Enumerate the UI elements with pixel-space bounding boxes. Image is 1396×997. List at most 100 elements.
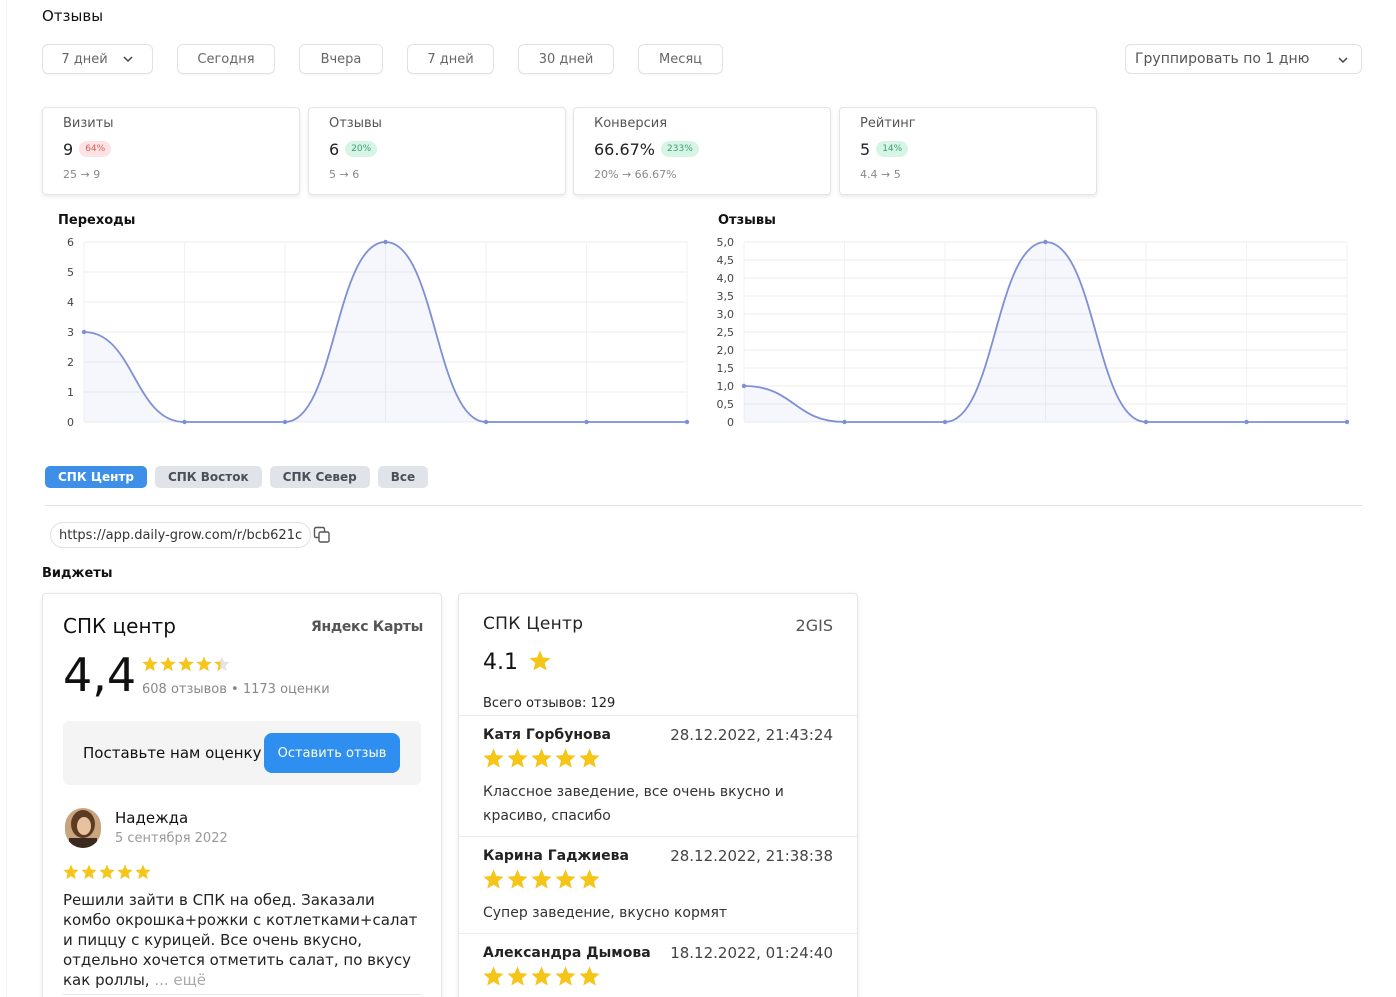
star-icon [579, 869, 600, 889]
kpi-value: 6 [329, 140, 340, 159]
widget-business-name: СПК Центр [483, 614, 584, 634]
kpi-from: 25 [63, 168, 77, 181]
star-icon [529, 650, 551, 671]
group-by-value: Группировать по 1 дню [1135, 51, 1310, 67]
kpi-card-conversion: Конверсия 66.67% 233% 20% → 66.67% [573, 107, 831, 195]
divider [63, 994, 421, 995]
star-icon [507, 966, 528, 986]
star-icon [531, 869, 552, 889]
y-tick-label: 0 [727, 416, 734, 429]
data-point[interactable] [1143, 419, 1149, 425]
review-stars [483, 748, 600, 773]
chart-title-transitions: Переходы [58, 213, 136, 228]
data-point[interactable] [282, 419, 288, 425]
y-tick-label: 0 [67, 416, 74, 429]
data-point[interactable] [383, 239, 388, 245]
y-tick-label: 5,0 [717, 236, 735, 249]
filter-7days-button[interactable]: 7 дней [407, 44, 494, 74]
y-tick-label: 4,5 [717, 254, 735, 267]
tab-all[interactable]: Все [377, 466, 429, 488]
kpi-change-badge: 233% [661, 140, 699, 157]
arrow-right-icon: → [881, 168, 891, 181]
review-text: Классное заведение, все очень вкусно и к… [483, 784, 784, 824]
data-point[interactable] [684, 419, 690, 425]
kpi-to: 5 [893, 168, 901, 181]
review-date: 5 сентября 2022 [115, 831, 228, 846]
star-icon [63, 864, 79, 879]
widget-source: Яндекс Карты [310, 619, 423, 635]
data-point[interactable] [1344, 419, 1350, 425]
kpi-from: 20% [594, 168, 619, 181]
y-tick-label: 3 [67, 326, 74, 339]
data-point[interactable] [842, 419, 847, 425]
divider [459, 933, 857, 934]
kpi-change-badge: 14% [876, 140, 909, 157]
kpi-card-reviews: Отзывы 6 20% 5 → 6 [308, 107, 566, 195]
reviewer-name: Надежда [115, 809, 189, 827]
review-text: Решили зайти в СПК на обед. Заказали ком… [63, 890, 423, 990]
filter-30days-button[interactable]: 30 дней [518, 44, 614, 74]
star-icon [555, 869, 576, 889]
tab-spk-north[interactable]: СПК Север [269, 466, 370, 488]
data-point[interactable] [741, 383, 747, 389]
review-date: 28.12.2022, 21:38:38 [670, 847, 833, 865]
chart-title-reviews: Отзывы [718, 213, 776, 228]
filter-yesterday-button[interactable]: Вчера [299, 44, 383, 74]
widgets-title: Виджеты [42, 566, 113, 581]
chevron-down-icon [123, 56, 133, 63]
rate-us-block: Поставьте нам оценку Оставить отзыв [63, 721, 421, 785]
star-icon [483, 966, 504, 986]
period-select-value: 7 дней [61, 51, 108, 67]
kpi-title: Рейтинг [860, 116, 916, 131]
tab-spk-center[interactable]: СПК Центр [45, 466, 147, 488]
rating-stars [142, 656, 230, 676]
group-by-select[interactable]: Группировать по 1 дню [1125, 44, 1362, 74]
star-icon [531, 748, 552, 768]
y-tick-label: 5 [67, 266, 74, 279]
copy-icon[interactable] [313, 526, 331, 544]
star-icon [507, 869, 528, 889]
review-date: 28.12.2022, 21:43:24 [670, 726, 833, 744]
star-icon [160, 656, 176, 671]
kpi-card-rating: Рейтинг 5 14% 4.4 → 5 [839, 107, 1097, 195]
period-select[interactable]: 7 дней [42, 44, 153, 74]
leave-review-button[interactable]: Оставить отзыв [264, 733, 400, 773]
y-tick-label: 4 [67, 296, 74, 309]
kpi-change-badge: 64% [79, 140, 112, 157]
read-more-link[interactable]: ... ещё [154, 971, 206, 989]
star-icon [135, 864, 151, 879]
widget-rating: 4,4 [63, 648, 137, 702]
kpi-change-badge: 20% [345, 140, 378, 157]
star-icon [99, 864, 115, 879]
kpi-title: Визиты [63, 116, 114, 131]
star-icon [579, 748, 600, 768]
kpi-title: Отзывы [329, 116, 382, 131]
filter-month-button[interactable]: Месяц [638, 44, 723, 74]
data-point[interactable] [182, 419, 187, 425]
reviewer-name: Александра Дымова [483, 945, 651, 961]
star-icon [483, 869, 504, 889]
divider [45, 505, 1362, 506]
kpi-card-visits: Визиты 9 64% 25 → 9 [42, 107, 300, 195]
filter-today-button[interactable]: Сегодня [177, 44, 275, 74]
kpi-to: 9 [93, 168, 101, 181]
kpi-from: 4.4 [860, 168, 878, 181]
star-icon [178, 656, 194, 671]
data-point[interactable] [942, 419, 948, 425]
data-point[interactable] [584, 419, 589, 425]
data-point[interactable] [483, 419, 489, 425]
review-link-field[interactable]: https://app.daily-grow.com/r/bcb621c [50, 522, 312, 548]
data-point[interactable] [1043, 239, 1048, 245]
star-icon [196, 656, 212, 671]
y-tick-label: 6 [67, 236, 74, 249]
gis-widget: СПК Центр 2GIS 4.1 Всего отзывов: 129 Ка… [458, 593, 858, 997]
review-body: Решили зайти в СПК на обед. Заказали ком… [63, 891, 418, 989]
tab-spk-east[interactable]: СПК Восток [154, 466, 262, 488]
widget-counts: 608 отзывов • 1173 оценки [142, 682, 330, 697]
kpi-value: 5 [860, 140, 871, 159]
star-icon [117, 864, 133, 879]
data-point[interactable] [81, 329, 87, 335]
star-icon [555, 966, 576, 986]
data-point[interactable] [1244, 419, 1249, 425]
chevron-down-icon [1338, 57, 1348, 64]
